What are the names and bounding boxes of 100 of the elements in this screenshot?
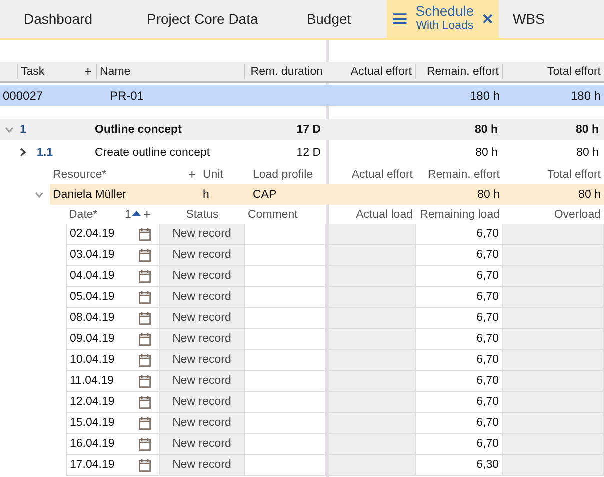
calendar-icon bbox=[139, 270, 151, 282]
status-cell: New record bbox=[160, 308, 245, 329]
task-name: Create outline concept bbox=[95, 146, 212, 160]
table-cell-text: PR-01 bbox=[109, 88, 146, 104]
tab[interactable]: Project Core Data bbox=[144, 0, 271, 38]
date-field[interactable]: 10.04.19 bbox=[66, 350, 160, 371]
calendar-icon bbox=[139, 396, 151, 408]
date-field[interactable]: 15.04.19 bbox=[66, 413, 160, 434]
task-number: 1.1 bbox=[36, 146, 54, 160]
table-cell-text: Daniela Müller bbox=[52, 188, 128, 202]
table-cell-text: 180 h bbox=[468, 88, 501, 104]
comment-cell[interactable] bbox=[245, 434, 326, 455]
resource-row[interactable]: Daniela Müller h CAP 80 h 80 h bbox=[50, 184, 604, 205]
date-field[interactable]: 09.04.19 bbox=[66, 329, 160, 350]
tab[interactable]: WBS bbox=[499, 0, 559, 38]
status-cell: New record bbox=[160, 455, 245, 476]
calendar-icon bbox=[139, 332, 151, 346]
status-cell: New record bbox=[160, 350, 245, 371]
date-field[interactable]: 03.04.19 bbox=[66, 245, 160, 266]
table-cell-text: 80 h bbox=[574, 122, 600, 138]
calendar-icon bbox=[139, 248, 151, 262]
table-cell-text: CAP bbox=[252, 188, 278, 202]
chevron-right-icon[interactable] bbox=[20, 148, 26, 157]
comment-cell[interactable] bbox=[245, 413, 326, 434]
date-field[interactable]: 05.04.19 bbox=[66, 287, 160, 308]
column-header[interactable]: Rem. duration bbox=[245, 64, 326, 79]
column-header[interactable]: Date* bbox=[69, 208, 98, 220]
calendar-icon bbox=[139, 312, 151, 324]
column-header[interactable]: Unit bbox=[200, 165, 250, 184]
column-header[interactable]: Overload bbox=[503, 205, 604, 224]
table-cell-text: 17 D bbox=[296, 122, 322, 138]
date-field[interactable]: 02.04.19 bbox=[66, 224, 160, 245]
add-button[interactable]: + bbox=[83, 64, 93, 79]
column-header[interactable]: Actual effort bbox=[329, 165, 416, 184]
column-header[interactable]: Actual load bbox=[329, 205, 416, 224]
status-cell: New record bbox=[160, 245, 245, 266]
column-header[interactable]: Task bbox=[21, 66, 45, 78]
sort-order: 1 bbox=[125, 208, 132, 220]
calendar-icon bbox=[139, 416, 151, 430]
column-header[interactable]: Remain. effort bbox=[416, 64, 503, 79]
add-button[interactable]: + bbox=[142, 207, 152, 222]
column-header[interactable]: Remain. effort bbox=[416, 165, 503, 184]
status-cell: New record bbox=[160, 224, 245, 245]
comment-cell[interactable] bbox=[245, 455, 326, 476]
calendar-icon bbox=[139, 354, 151, 366]
status-cell: New record bbox=[160, 266, 245, 287]
status-cell: New record bbox=[160, 371, 245, 392]
task-number: 1 bbox=[19, 122, 28, 138]
date-field[interactable]: 04.04.19 bbox=[66, 266, 160, 287]
table-cell-text: 80 h bbox=[474, 146, 499, 160]
sort-ascending-icon bbox=[132, 211, 142, 216]
add-button[interactable]: + bbox=[187, 167, 197, 182]
table-cell-text: 80 h bbox=[576, 146, 600, 160]
comment-cell[interactable] bbox=[245, 371, 326, 392]
date-field[interactable]: 11.04.19 bbox=[66, 371, 160, 392]
comment-cell[interactable] bbox=[245, 392, 326, 413]
table-cell-text: 180 h bbox=[570, 88, 602, 104]
column-header[interactable]: Resource* bbox=[53, 168, 107, 180]
column-header[interactable]: Comment bbox=[245, 205, 326, 224]
table-cell-text: 80 h bbox=[474, 122, 499, 138]
date-field[interactable]: 17.04.19 bbox=[66, 455, 160, 476]
menu-icon bbox=[393, 13, 407, 25]
tab[interactable]: Budget bbox=[271, 0, 387, 38]
calendar-icon bbox=[139, 458, 151, 472]
date-field[interactable]: 08.04.19 bbox=[66, 308, 160, 329]
status-cell: New record bbox=[160, 392, 245, 413]
date-field[interactable]: 12.04.19 bbox=[66, 392, 160, 413]
status-cell: New record bbox=[160, 413, 245, 434]
task-name: Outline concept bbox=[95, 122, 183, 138]
calendar-icon bbox=[139, 438, 151, 450]
column-header[interactable]: Total effort bbox=[503, 64, 604, 79]
table-cell-text: 80 h bbox=[476, 188, 501, 202]
chevron-down-icon[interactable] bbox=[35, 192, 44, 198]
calendar-icon bbox=[139, 374, 151, 388]
comment-cell[interactable] bbox=[245, 308, 326, 329]
calendar-icon bbox=[139, 290, 151, 304]
table-cell-text: 80 h bbox=[578, 188, 602, 202]
table-cell-text: h bbox=[202, 188, 210, 202]
comment-cell[interactable] bbox=[245, 287, 326, 308]
column-header[interactable]: Actual effort bbox=[329, 64, 416, 79]
status-cell: New record bbox=[160, 329, 245, 350]
table-cell-text: 12 D bbox=[296, 146, 322, 160]
table-cell-text: 000027 bbox=[2, 88, 44, 104]
comment-cell[interactable] bbox=[245, 266, 326, 287]
comment-cell[interactable] bbox=[245, 245, 326, 266]
tab[interactable]: Schedule With Loads bbox=[387, 0, 499, 38]
date-field[interactable]: 16.04.19 bbox=[66, 434, 160, 455]
comment-cell[interactable] bbox=[245, 329, 326, 350]
column-header[interactable]: Load profile bbox=[250, 165, 326, 184]
column-header[interactable]: Name bbox=[97, 64, 245, 79]
comment-cell[interactable] bbox=[245, 224, 326, 245]
status-cell: New record bbox=[160, 434, 245, 455]
column-header[interactable]: Total effort bbox=[503, 165, 604, 184]
chevron-down-icon[interactable] bbox=[5, 126, 14, 132]
status-cell: New record bbox=[160, 287, 245, 308]
calendar-icon bbox=[139, 228, 151, 240]
comment-cell[interactable] bbox=[245, 350, 326, 371]
column-header[interactable]: Status bbox=[160, 205, 245, 224]
column-header[interactable]: Remaining load bbox=[416, 205, 503, 224]
tab[interactable]: Dashboard bbox=[0, 0, 144, 38]
